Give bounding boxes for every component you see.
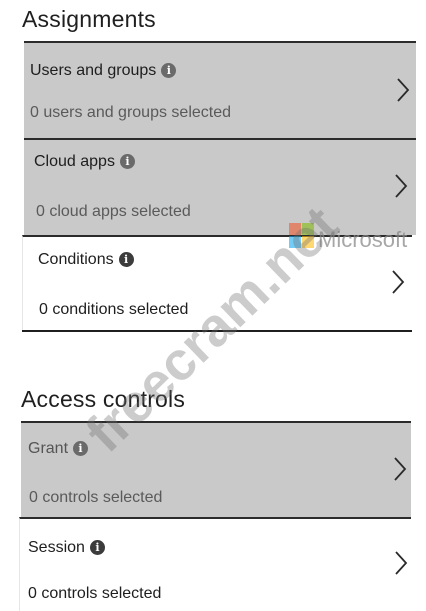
assignments-bottom-border — [22, 330, 412, 332]
users-and-groups-blade[interactable]: Users and groups i 0 users and groups sel… — [24, 41, 416, 138]
conditions-label-row: Conditions i — [38, 251, 134, 269]
info-icon[interactable]: i — [161, 63, 177, 78]
info-icon[interactable]: i — [73, 441, 89, 456]
cloud-apps-label-row: Cloud apps i — [34, 153, 135, 171]
grant-label-row: Grant i — [28, 440, 89, 458]
cloud-apps-blade[interactable]: Cloud apps i 0 cloud apps selected — [24, 138, 416, 235]
conditional-access-panel: Assignments Users and groups i 0 users an… — [0, 0, 426, 611]
assignments-heading: Assignments — [22, 6, 156, 32]
session-label: Session — [28, 539, 85, 556]
users-and-groups-summary: 0 users and groups selected — [30, 104, 232, 121]
session-label-row: Session i — [28, 539, 105, 557]
cloud-apps-label: Cloud apps — [34, 153, 115, 170]
chevron-right-icon — [395, 551, 408, 575]
cloud-apps-summary: 0 cloud apps selected — [36, 203, 191, 220]
chevron-right-icon — [394, 457, 407, 481]
users-and-groups-label-row: Users and groups i — [30, 62, 177, 80]
grant-summary: 0 controls selected — [29, 489, 163, 506]
info-icon[interactable]: i — [89, 540, 105, 555]
info-icon[interactable]: i — [119, 154, 135, 169]
conditions-blade[interactable]: Conditions i 0 conditions selected — [22, 235, 412, 331]
access-controls-heading: Access controls — [21, 386, 186, 412]
session-summary: 0 controls selected — [28, 585, 162, 602]
grant-blade[interactable]: Grant i 0 controls selected — [21, 421, 411, 518]
chevron-right-icon — [397, 78, 410, 102]
conditions-label: Conditions — [38, 251, 114, 268]
session-blade[interactable]: Session i 0 controls selected — [19, 517, 411, 611]
chevron-right-icon — [392, 270, 405, 294]
info-icon[interactable]: i — [118, 252, 134, 267]
conditions-summary: 0 conditions selected — [39, 301, 189, 318]
users-and-groups-label: Users and groups — [30, 62, 157, 79]
chevron-right-icon — [395, 174, 408, 198]
grant-label: Grant — [28, 440, 69, 457]
